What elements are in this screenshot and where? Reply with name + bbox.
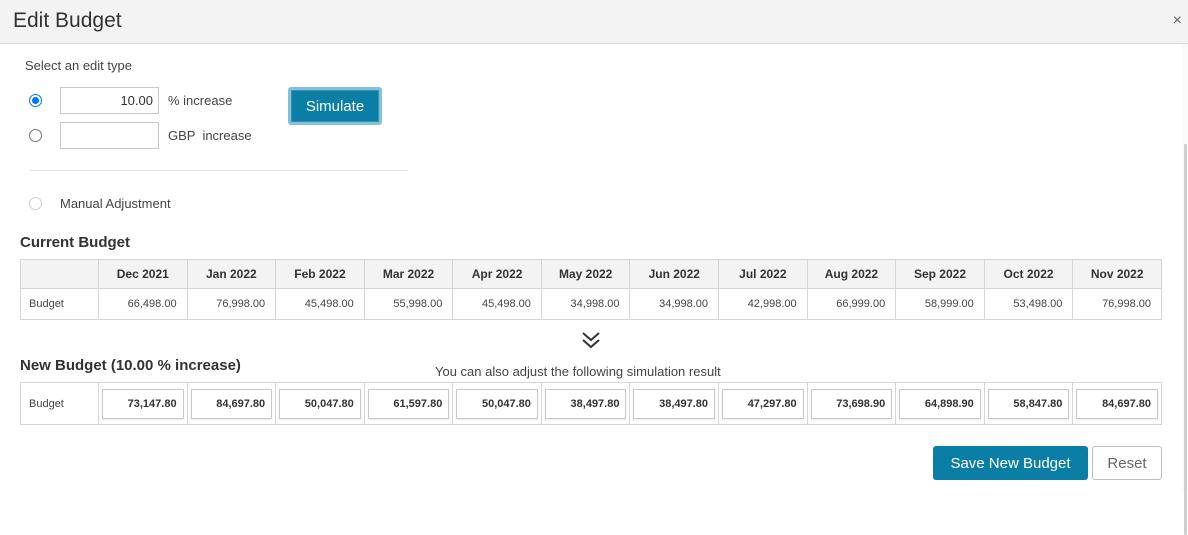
new-budget-row: Budget 73,147.80 84,697.80 50,047.80 61,… (20, 382, 1162, 425)
month-header: Nov 2022 (1072, 259, 1162, 289)
new-budget-input[interactable]: 64,898.90 (899, 388, 981, 419)
current-budget-row: Budget 66,498.00 76,998.00 45,498.00 55,… (20, 288, 1162, 320)
new-budget-cell: 38,497.80 (540, 382, 631, 425)
new-budget-input[interactable]: 73,147.80 (102, 388, 184, 419)
budget-cell: 58,999.00 (895, 288, 985, 320)
budget-cell: 66,498.00 (98, 288, 188, 320)
divider (30, 170, 408, 171)
month-header: Oct 2022 (983, 259, 1074, 289)
dialog-title: Edit Budget (13, 9, 122, 32)
percent-increase-input[interactable] (60, 87, 159, 114)
budget-cell: 55,998.00 (363, 288, 454, 320)
month-header: Apr 2022 (452, 259, 542, 289)
gbp-increase-radio[interactable] (29, 129, 42, 142)
new-budget-cell: 84,697.80 (186, 382, 277, 425)
new-budget-input[interactable]: 84,697.80 (190, 388, 273, 419)
new-budget-input[interactable]: 84,697.80 (1076, 388, 1158, 419)
month-header: Jun 2022 (629, 259, 720, 289)
current-budget-title: Current Budget (20, 234, 130, 251)
month-header: May 2022 (540, 259, 631, 289)
reset-button[interactable]: Reset (1092, 446, 1162, 480)
budget-cell: 76,998.00 (186, 288, 277, 320)
month-header: Feb 2022 (275, 259, 365, 289)
new-budget-cell: 38,497.80 (629, 382, 720, 425)
new-budget-cell: 64,898.90 (895, 382, 985, 425)
percent-increase-radio[interactable] (29, 94, 42, 107)
row-label: Budget (20, 382, 99, 425)
dialog-header: Edit Budget × (0, 0, 1188, 44)
current-budget-header-row: Dec 2021 Jan 2022 Feb 2022 Mar 2022 Apr … (20, 259, 1162, 289)
save-new-budget-button[interactable]: Save New Budget (933, 446, 1088, 480)
manual-adjustment-radio[interactable] (29, 197, 42, 210)
gbp-increase-label: GBP increase (168, 128, 252, 143)
scrollbar[interactable] (1182, 44, 1188, 535)
close-icon[interactable]: × (1173, 12, 1182, 30)
new-budget-cell: 58,847.80 (983, 382, 1074, 425)
new-budget-input[interactable]: 38,497.80 (633, 388, 716, 419)
new-budget-table: Budget 73,147.80 84,697.80 50,047.80 61,… (20, 382, 1162, 425)
new-budget-input[interactable]: 50,047.80 (456, 388, 538, 419)
budget-cell: 76,998.00 (1072, 288, 1162, 320)
budget-cell: 66,999.00 (806, 288, 897, 320)
double-chevron-down-icon (582, 332, 600, 349)
new-budget-cell: 50,047.80 (275, 382, 365, 425)
budget-cell: 34,998.00 (629, 288, 720, 320)
month-header: Sep 2022 (895, 259, 985, 289)
month-header: Dec 2021 (98, 259, 188, 289)
simulate-button[interactable]: Simulate (288, 87, 382, 125)
percent-increase-label: % increase (168, 93, 233, 108)
edit-type-label: Select an edit type (25, 58, 132, 73)
new-budget-input[interactable]: 50,047.80 (279, 388, 361, 419)
new-budget-title: New Budget (10.00 % increase) (20, 357, 241, 374)
new-budget-cell: 73,147.80 (98, 382, 188, 425)
new-budget-cell: 84,697.80 (1072, 382, 1162, 425)
budget-cell: 42,998.00 (718, 288, 808, 320)
month-header: Aug 2022 (806, 259, 897, 289)
current-budget-table: Dec 2021 Jan 2022 Feb 2022 Mar 2022 Apr … (20, 259, 1162, 320)
new-budget-input[interactable]: 38,497.80 (544, 388, 627, 419)
simulation-hint: You can also adjust the following simula… (435, 364, 721, 379)
month-header: Jul 2022 (718, 259, 808, 289)
budget-cell: 34,998.00 (540, 288, 631, 320)
month-header: Jan 2022 (186, 259, 277, 289)
budget-cell: 45,498.00 (452, 288, 542, 320)
new-budget-cell: 50,047.80 (452, 382, 542, 425)
budget-cell: 45,498.00 (275, 288, 365, 320)
manual-adjustment-label: Manual Adjustment (60, 196, 171, 211)
new-budget-input[interactable]: 73,698.90 (810, 388, 893, 419)
month-header: Mar 2022 (363, 259, 454, 289)
header-corner (20, 259, 99, 289)
gbp-increase-input[interactable] (60, 122, 159, 149)
budget-cell: 53,498.00 (983, 288, 1074, 320)
new-budget-cell: 47,297.80 (718, 382, 808, 425)
scrollbar-thumb[interactable] (1184, 144, 1187, 535)
row-label: Budget (20, 288, 99, 320)
new-budget-cell: 73,698.90 (806, 382, 897, 425)
new-budget-cell: 61,597.80 (363, 382, 454, 425)
new-budget-input[interactable]: 47,297.80 (722, 388, 804, 419)
new-budget-input[interactable]: 58,847.80 (987, 388, 1070, 419)
new-budget-input[interactable]: 61,597.80 (367, 388, 450, 419)
